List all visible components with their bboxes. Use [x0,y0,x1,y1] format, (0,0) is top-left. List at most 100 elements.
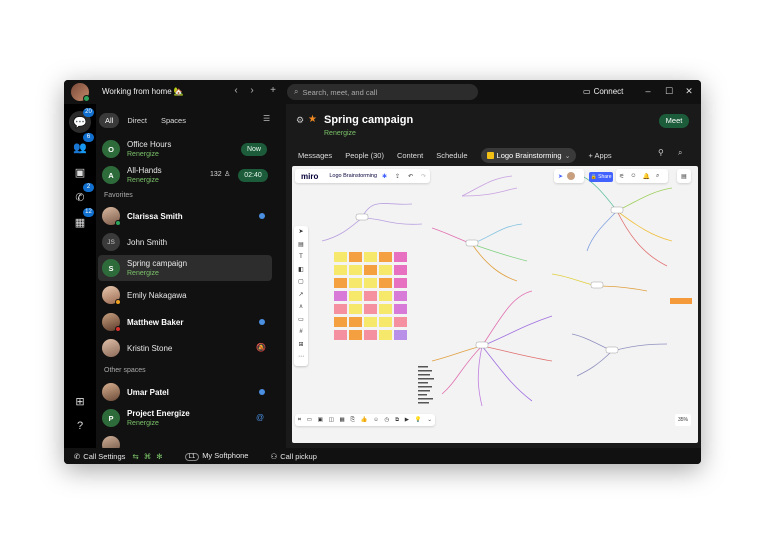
list-item-project-energize[interactable]: P Project Energize Renergize @ [98,405,272,431]
connect-icon: ▭ [583,87,591,96]
close-icon[interactable]: ✕ [684,86,694,97]
search-icon[interactable]: ⌕ [653,173,662,180]
list-item-umar-patel[interactable]: Umar Patel [98,379,272,405]
share-button[interactable]: 🔒 Share [589,172,613,182]
tab-people[interactable]: People (30) [345,151,384,160]
filter-all[interactable]: All [99,113,120,128]
reactions-icon[interactable]: ☺ [627,173,639,179]
filter-icon[interactable]: ☰ [263,114,270,123]
smile-icon[interactable]: ☺ [373,417,379,423]
calendar-nav[interactable]: ▦ 12 [69,208,94,233]
timer-icon[interactable]: ◷ [385,417,390,423]
board-name[interactable]: Logo Brainstorming [324,173,382,179]
card-icon[interactable]: ▣ [318,417,323,423]
calls-nav[interactable]: ✆ 2 [69,183,94,208]
forward-arrow-icon[interactable]: › [246,85,258,96]
search-icon[interactable]: ⌕ [678,148,682,158]
list-item-all-hands[interactable]: A All-Hands Renergize 132 ♙ 02:40 [98,162,272,188]
tab-content[interactable]: Content [397,151,423,160]
miro-board[interactable]: miro Logo Brainstorming ✱ ⇪ ↶ ↷ ➤ 🔒 Shar… [292,166,698,443]
star-icon[interactable]: ✱ [382,173,391,180]
filter-spaces[interactable]: Spaces [155,113,192,128]
favorite-star-icon[interactable]: ★ [308,114,317,125]
sliders-icon[interactable]: ⚟ [616,173,627,180]
presence-dot [83,95,90,102]
nav-rail: 💬 20 👥 6 ▣ ✆ 2 ▦ 12 ⊞ ? [64,104,96,448]
more-icon[interactable]: ⋯ [294,351,308,364]
item-team: Renergize [127,270,159,277]
list-item-clarissa-smith[interactable]: Clarissa Smith [98,203,272,229]
minimize-icon[interactable]: – [643,86,653,96]
pickup-icon[interactable]: ⌘ [144,452,152,461]
list-item-matthew-baker[interactable]: Matthew Baker [98,309,272,335]
softphone-selector[interactable]: L1 My Softphone [184,451,248,461]
call-pickup-button[interactable]: Call pickup [280,452,317,461]
chat-icon[interactable]: ◫ [329,417,334,423]
miro-top-bar: miro Logo Brainstorming ✱ ⇪ ↶ ↷ [295,169,431,183]
contacts-nav[interactable]: ▣ [69,161,91,183]
sticky-note-icon[interactable]: ◧ [294,264,308,277]
accessibility-icon[interactable]: ✻ [156,452,162,461]
line-tool-icon[interactable]: ↗ [294,289,308,302]
shape-tool-icon[interactable]: ▢ [294,276,308,289]
list-item-emily-nakagawa[interactable]: Emily Nakagawa [98,282,272,308]
comment-tool-icon[interactable]: ▭ [294,314,308,327]
timer-pill[interactable]: 02:40 [238,169,268,182]
list-item-office-hours[interactable]: O Office Hours Renergize Now [98,136,272,162]
copy-icon[interactable]: ⧉ [395,417,399,424]
list-item-john-smith[interactable]: JS John Smith [98,229,272,255]
redo-icon[interactable]: ↷ [417,173,430,180]
pen-tool-icon[interactable]: ʌ [294,301,308,314]
tab-messages[interactable]: Messages [298,151,332,160]
apps-nav[interactable]: ⊞ [69,390,91,412]
teams-nav[interactable]: 👥 6 [69,133,94,158]
forward-icon[interactable]: ⇆ [132,452,138,461]
export-icon[interactable]: ⇪ [391,173,404,180]
list-item-kristin-stone[interactable]: Kristin Stone 🔕 [98,335,272,361]
list-icon[interactable]: ▤ [681,173,687,180]
chevron-icon[interactable]: ⌄ [427,417,432,423]
bulb-icon[interactable]: 💡 [415,417,422,423]
plus-icon[interactable]: + [267,85,279,96]
search-box[interactable]: ⌕ [287,84,478,100]
messaging-nav[interactable]: 💬 20 [69,108,94,133]
undo-icon[interactable]: ↶ [404,173,417,180]
participant-count: 132 [210,171,222,178]
frame-tool-icon[interactable]: ▤ [294,239,308,252]
list-item-spring-campaign[interactable]: S Spring campaign Renergize [98,255,272,281]
space-team[interactable]: Renergize [324,130,356,137]
zoom-level[interactable]: 35% [675,414,691,426]
tab-logo-brainstorming[interactable]: Logo Brainstorming ⌄ [480,148,577,163]
text-tool-icon[interactable]: T [294,251,308,264]
table-icon[interactable]: ▦ [340,417,345,423]
frame-icon[interactable]: # [294,326,308,339]
search-input[interactable] [302,87,463,97]
settings-gear-icon[interactable]: ⚙ [296,115,304,126]
tab-apps[interactable]: + Apps [588,151,611,160]
status-message[interactable]: Working from home 🏡 [102,87,184,96]
now-pill[interactable]: Now [241,143,267,156]
call-settings-button[interactable]: Call Settings [83,452,125,461]
back-arrow-icon[interactable]: ‹ [230,85,242,96]
bell-icon[interactable]: 🔔 [640,173,653,180]
select-tool-icon[interactable]: ➤ [294,226,308,239]
link-icon[interactable]: ⎘ [350,417,354,424]
filter-direct[interactable]: Direct [121,113,153,128]
item-team: Renergize [127,420,159,427]
pin-icon[interactable]: ⚲ [658,148,664,157]
maximize-icon[interactable]: ☐ [664,86,674,97]
grid-icon[interactable]: ⌗ [298,417,301,424]
video-icon[interactable]: ▶ [405,417,409,423]
meet-button[interactable]: Meet [659,114,689,128]
thumbs-up-icon[interactable]: 👍 [361,417,368,423]
cursor-icon[interactable]: ➤ [554,173,567,180]
call-settings-icon: ✆ [74,451,81,461]
collaborator-avatar[interactable] [567,172,576,180]
calendar-icon: ▦ [74,216,86,229]
comment-icon[interactable]: ▭ [307,417,312,423]
upload-icon[interactable]: ⊞ [294,339,308,352]
help-nav[interactable]: ? [69,415,91,437]
connect-button[interactable]: ▭ Connect [583,87,623,96]
list-item-partial[interactable] [98,432,272,448]
tab-schedule[interactable]: Schedule [436,151,467,160]
